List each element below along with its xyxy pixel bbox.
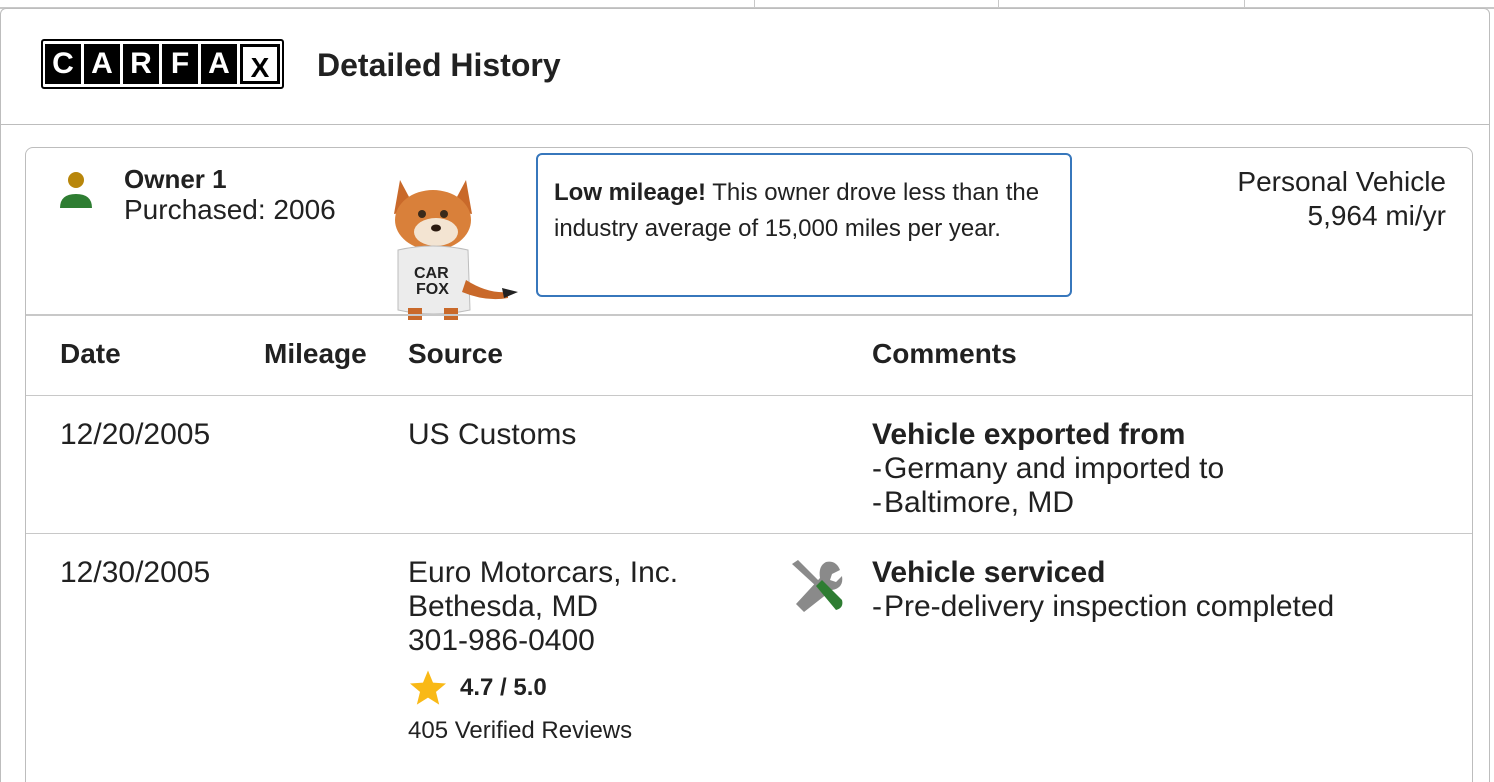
table-row: 12/30/2005 Euro Motorcars, Inc. Bethesda… <box>26 534 1472 782</box>
carfax-logo: C A R F A X <box>41 39 284 89</box>
row-comments: Vehicle serviced Pre-delivery inspection… <box>872 556 1334 624</box>
owner-card: Owner 1 Purchased: 2006 CAR FOX Low mile… <box>25 147 1473 782</box>
column-header-mileage: Mileage <box>264 338 367 369</box>
history-table: Date Mileage Source Comments 12/20/2005 … <box>26 314 1472 782</box>
column-header-comments: Comments <box>872 338 1017 369</box>
carfox-mascot-icon: CAR FOX <box>394 180 518 320</box>
row-source: US Customs <box>408 418 576 452</box>
row-source: Euro Motorcars, Inc. Bethesda, MD 301-98… <box>408 556 678 748</box>
source-location: Bethesda, MD <box>408 590 599 623</box>
source-line: US Customs <box>408 418 577 451</box>
comment-title: Vehicle serviced <box>872 556 1106 589</box>
row-date: 12/20/2005 <box>60 418 211 451</box>
logo-letter: X <box>240 44 280 84</box>
comment-line: Germany and imported to <box>872 452 1224 486</box>
table-row: 12/20/2005 US Customs Vehicle exported f… <box>26 396 1472 534</box>
row-date: 12/30/2005 <box>60 556 211 589</box>
logo-letter: F <box>162 44 198 84</box>
strip-divider <box>754 0 755 8</box>
person-icon <box>60 172 92 208</box>
low-mileage-callout: Low mileage! This owner drove less than … <box>536 153 1072 297</box>
comment-line: Pre-delivery inspection completed <box>872 590 1334 624</box>
vehicle-type: Personal Vehicle <box>1237 166 1446 197</box>
comment-title: Vehicle exported from <box>872 418 1186 451</box>
star-icon <box>410 670 446 705</box>
verified-reviews-link[interactable]: 405 Verified Reviews <box>408 714 678 748</box>
wrench-screwdriver-icon <box>792 560 843 612</box>
section-title: Detailed History <box>317 47 561 83</box>
strip-divider <box>1244 0 1245 8</box>
table-header-row: Date Mileage Source Comments <box>26 316 1472 396</box>
owner-name: Owner 1 <box>124 164 227 194</box>
source-rating: 4.7 / 5.0 <box>408 668 678 708</box>
callout-bold: Low mileage! <box>554 179 707 206</box>
source-name-link[interactable]: Euro Motorcars, Inc. <box>408 556 678 590</box>
svg-text:FOX: FOX <box>416 281 449 298</box>
logo-letter: A <box>84 44 120 84</box>
source-phone[interactable]: 301-986-0400 <box>408 624 678 658</box>
logo-letter: A <box>201 44 237 84</box>
row-comments: Vehicle exported from Germany and import… <box>872 418 1224 520</box>
column-header-source: Source <box>408 338 503 369</box>
logo-letter: C <box>45 44 81 84</box>
rating-value: 4.7 / 5.0 <box>460 674 547 701</box>
logo-letter: R <box>123 44 159 84</box>
svg-text:CAR: CAR <box>414 265 449 282</box>
strip-divider <box>998 0 999 8</box>
owner-purchased: Purchased: 2006 <box>124 194 336 225</box>
section-header: C A R F A X Detailed History <box>1 9 1489 125</box>
detailed-history-section: C A R F A X Detailed History Owner 1 Pur… <box>0 8 1490 782</box>
comment-line: Baltimore, MD <box>872 486 1224 520</box>
vehicle-miles-per-year: 5,964 mi/yr <box>1307 200 1447 231</box>
column-header-date: Date <box>60 338 121 369</box>
